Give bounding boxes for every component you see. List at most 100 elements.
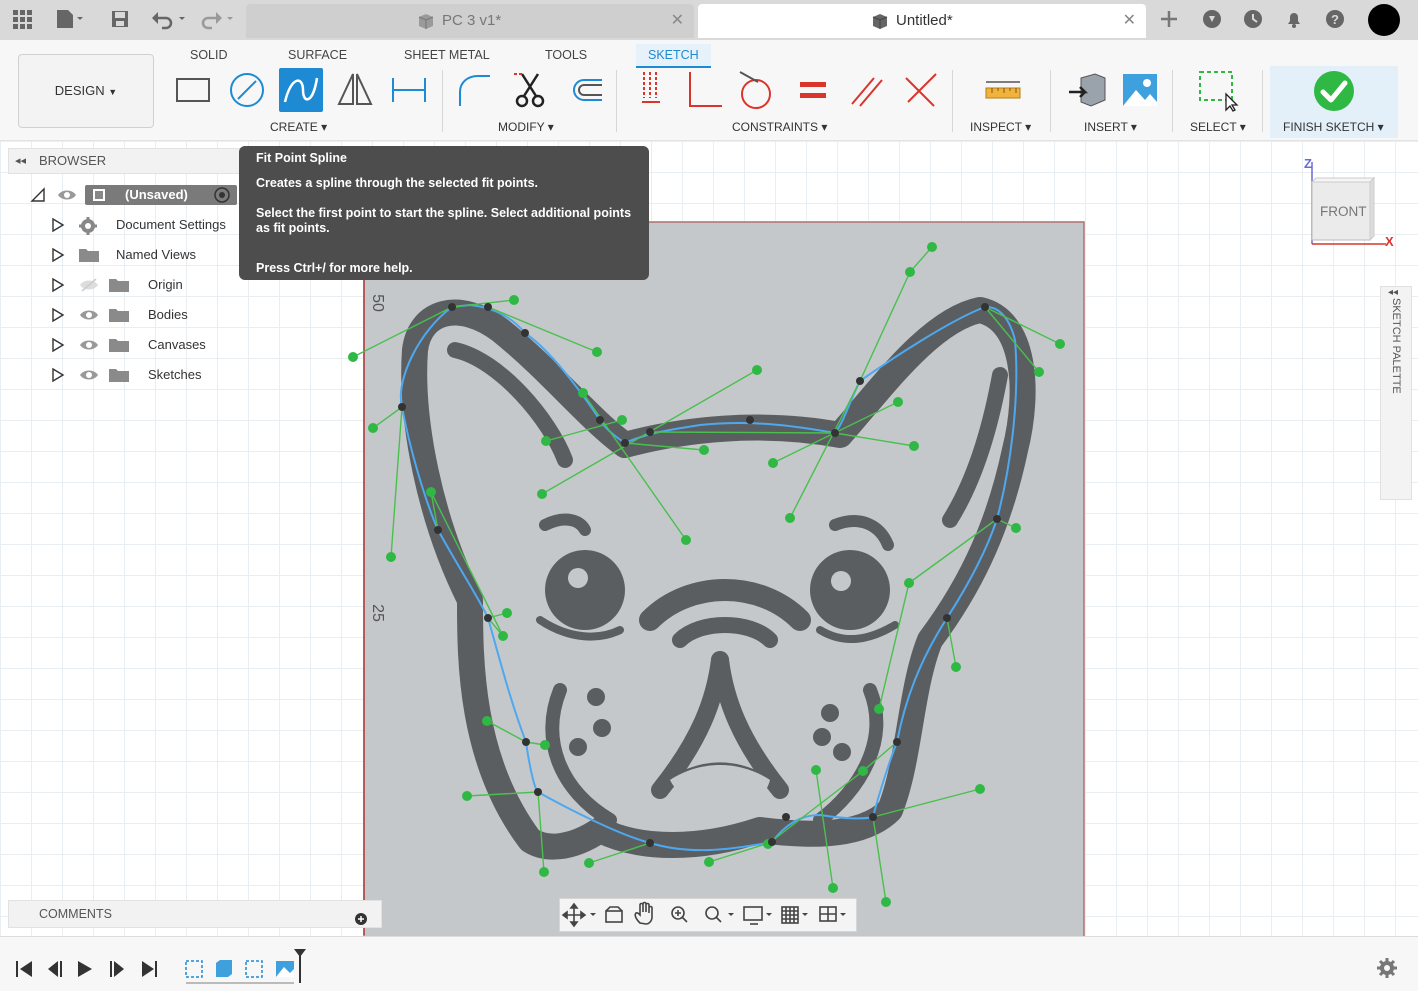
finish-sketch-button[interactable]: FINISH SKETCH ▾ bbox=[1270, 66, 1398, 138]
eye-hidden-icon[interactable] bbox=[78, 273, 100, 305]
look-at-icon bbox=[605, 906, 623, 923]
browser-item-origin[interactable]: Origin bbox=[50, 273, 240, 297]
workspace-switcher-button[interactable]: DESIGN ▼ bbox=[18, 54, 154, 128]
file-menu-icon[interactable] bbox=[54, 8, 83, 30]
job-status-icon[interactable] bbox=[1241, 8, 1265, 30]
offset-tool-icon[interactable] bbox=[562, 68, 606, 112]
tab-surface[interactable]: SURFACE bbox=[288, 44, 347, 66]
browser-item-bodies[interactable]: Bodies bbox=[50, 303, 240, 327]
collapse-triangle-icon[interactable] bbox=[30, 183, 46, 215]
step-forward-icon bbox=[110, 961, 124, 977]
tab-sheet-metal[interactable]: SHEET METAL bbox=[404, 44, 490, 66]
browser-item-label: Canvases bbox=[148, 337, 206, 352]
group-modify-label[interactable]: MODIFY ▾ bbox=[498, 120, 554, 134]
eye-icon[interactable] bbox=[78, 363, 100, 395]
view-cube-face-label[interactable]: FRONT bbox=[1320, 204, 1367, 219]
root-label: (Unsaved) bbox=[125, 187, 188, 202]
browser-item-sketches[interactable]: Sketches bbox=[50, 363, 240, 387]
box-icon bbox=[870, 4, 890, 38]
browser-item-label: Document Settings bbox=[116, 217, 226, 232]
trim-scissors-icon[interactable] bbox=[508, 68, 552, 112]
new-tab-icon[interactable] bbox=[1157, 8, 1181, 30]
spline-tool-icon[interactable] bbox=[279, 68, 323, 112]
rectangle-tool-icon[interactable] bbox=[171, 68, 215, 112]
ruler-label-25: 25 bbox=[368, 604, 386, 622]
group-inspect-label[interactable]: INSPECT ▾ bbox=[970, 120, 1031, 134]
ruler-label-50: 50 bbox=[368, 294, 386, 312]
timeline-settings-gear-icon[interactable] bbox=[1376, 957, 1398, 982]
insert-canvas-image-icon[interactable] bbox=[1118, 68, 1162, 112]
folder-icon bbox=[108, 366, 130, 392]
eye-icon[interactable] bbox=[56, 183, 78, 215]
fillet-tool-icon[interactable] bbox=[452, 68, 496, 112]
caret-down-icon: ▼ bbox=[108, 87, 118, 97]
expand-triangle-icon[interactable] bbox=[50, 243, 66, 275]
orbit-icon bbox=[561, 902, 587, 928]
eye-icon[interactable] bbox=[78, 303, 100, 335]
browser-item-label: Named Views bbox=[116, 247, 196, 262]
notifications-icon[interactable] bbox=[1282, 8, 1306, 30]
redo-icon[interactable] bbox=[200, 8, 233, 30]
add-comment-icon[interactable] bbox=[355, 908, 367, 934]
dimension-tool-icon[interactable] bbox=[387, 68, 431, 112]
box-icon bbox=[416, 4, 436, 38]
browser-item-canvases[interactable]: Canvases bbox=[50, 333, 240, 357]
browser-item-document-settings[interactable]: Document Settings bbox=[50, 213, 240, 237]
expand-triangle-icon[interactable] bbox=[50, 333, 66, 365]
grid-settings-icon bbox=[781, 906, 799, 924]
active-target-icon[interactable] bbox=[212, 183, 232, 215]
browser-root-row[interactable]: (Unsaved) bbox=[30, 183, 240, 207]
measure-ruler-icon[interactable] bbox=[980, 68, 1024, 112]
extensions-icon[interactable] bbox=[1200, 8, 1224, 30]
parallel-constraint-icon[interactable] bbox=[844, 68, 888, 112]
close-tab-icon[interactable]: ✕ bbox=[671, 4, 684, 38]
close-tab-icon[interactable]: ✕ bbox=[1123, 4, 1136, 38]
sketch-palette-collapsed[interactable]: ◂◂ SKETCH PALETTE bbox=[1380, 286, 1412, 500]
view-cube[interactable]: Z X FRONT bbox=[1300, 152, 1400, 252]
expand-triangle-icon[interactable] bbox=[50, 213, 66, 245]
group-select-label[interactable]: SELECT ▾ bbox=[1190, 120, 1246, 134]
gear-icon bbox=[78, 216, 98, 244]
expand-triangle-icon[interactable] bbox=[50, 363, 66, 395]
mirror-tool-icon[interactable] bbox=[333, 68, 377, 112]
tangent-constraint-icon[interactable] bbox=[734, 68, 778, 112]
expand-palette-icon[interactable]: ◂◂ bbox=[1388, 287, 1398, 298]
browser-item-named-views[interactable]: Named Views bbox=[50, 243, 240, 267]
save-icon[interactable] bbox=[108, 8, 132, 30]
perpendicular-constraint-icon[interactable] bbox=[682, 68, 726, 112]
perpendicular-cross-icon[interactable] bbox=[898, 68, 942, 112]
timeline-bar bbox=[0, 936, 1418, 991]
comments-panel[interactable]: COMMENTS bbox=[8, 900, 382, 928]
collapse-icon[interactable]: ◂◂ bbox=[15, 149, 26, 173]
component-icon bbox=[91, 187, 107, 211]
group-insert-label[interactable]: INSERT ▾ bbox=[1084, 120, 1137, 134]
undo-icon[interactable] bbox=[150, 8, 185, 30]
tab-label: Untitled* bbox=[896, 12, 953, 29]
circle-tool-icon[interactable] bbox=[225, 68, 269, 112]
tab-pc3[interactable]: PC 3 v1* ✕ bbox=[246, 4, 694, 38]
equal-constraint-icon[interactable] bbox=[790, 68, 834, 112]
tab-sketch[interactable]: SKETCH bbox=[636, 44, 711, 68]
comments-label: COMMENTS bbox=[39, 907, 112, 921]
expand-triangle-icon[interactable] bbox=[50, 303, 66, 335]
tooltip-line2: Select the first point to start the spli… bbox=[256, 206, 632, 235]
window-select-icon[interactable] bbox=[1196, 68, 1240, 112]
coincident-constraint-icon[interactable] bbox=[628, 68, 672, 112]
tooltip-line1: Creates a spline through the selected fi… bbox=[256, 176, 538, 190]
tab-tools[interactable]: TOOLS bbox=[545, 44, 587, 66]
browser-item-label: Sketches bbox=[148, 367, 202, 382]
folder-icon bbox=[108, 276, 130, 302]
avatar[interactable] bbox=[1368, 4, 1400, 36]
apps-grid-icon[interactable] bbox=[10, 8, 34, 30]
tab-solid[interactable]: SOLID bbox=[190, 44, 228, 66]
group-constraints-label[interactable]: CONSTRAINTS ▾ bbox=[732, 120, 827, 134]
title-bar: PC 3 v1* ✕ Untitled* ✕ ? bbox=[0, 0, 1418, 40]
eye-icon[interactable] bbox=[78, 333, 100, 365]
checkmark-icon bbox=[1313, 70, 1355, 115]
tab-untitled[interactable]: Untitled* ✕ bbox=[698, 4, 1146, 38]
insert-derive-icon[interactable] bbox=[1065, 68, 1109, 112]
folder-icon bbox=[78, 246, 100, 272]
help-icon[interactable]: ? bbox=[1323, 8, 1347, 30]
expand-triangle-icon[interactable] bbox=[50, 273, 66, 305]
group-create-label[interactable]: CREATE ▾ bbox=[270, 120, 327, 134]
